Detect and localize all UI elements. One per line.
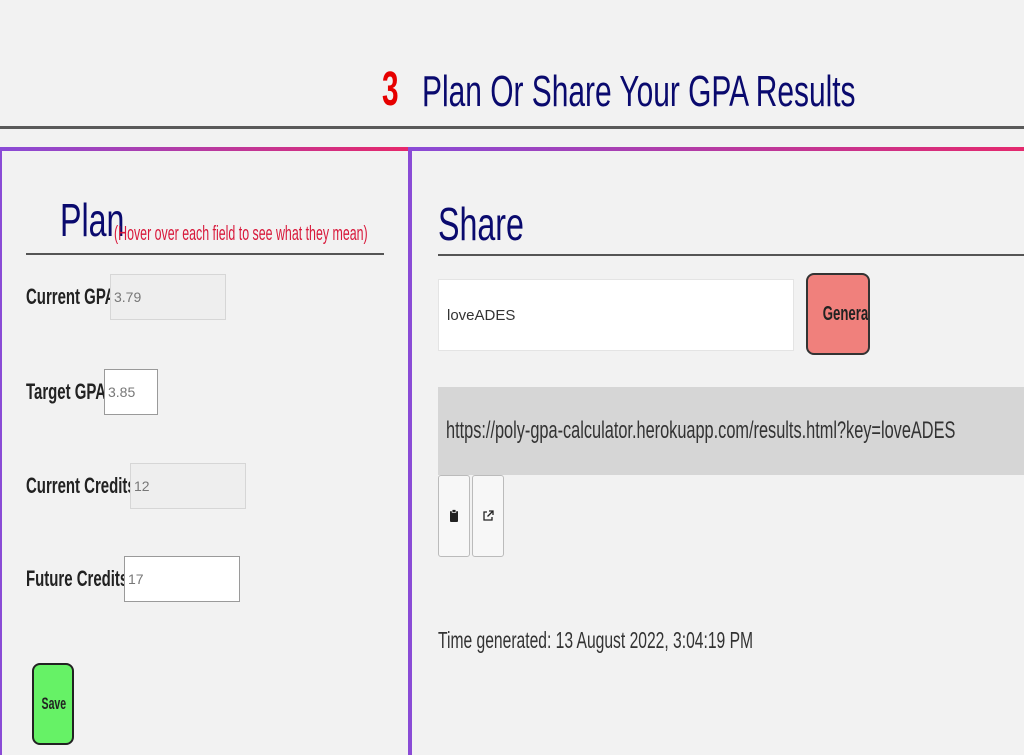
current-credits-field[interactable] xyxy=(130,463,246,509)
copy-url-button[interactable] xyxy=(438,475,470,557)
section-number: 3 xyxy=(382,63,399,116)
generate-button[interactable]: Generate xyxy=(806,273,870,355)
plan-panel: Plan (Hover over each field to see what … xyxy=(0,147,412,755)
generate-button-label: Generate xyxy=(822,302,869,325)
plan-divider xyxy=(26,253,384,255)
save-button[interactable]: Save xyxy=(32,663,74,745)
future-credits-label: Future Credits: xyxy=(26,566,134,591)
save-button-label: Save xyxy=(41,694,67,713)
open-url-button[interactable] xyxy=(472,475,504,557)
current-gpa-label: Current GPA: xyxy=(26,284,121,309)
current-gpa-field[interactable] xyxy=(110,274,226,320)
share-key-input[interactable] xyxy=(438,279,794,351)
future-credits-field[interactable] xyxy=(124,556,240,602)
share-url-box[interactable]: https://poly-gpa-calculator.herokuapp.co… xyxy=(438,387,1024,475)
header-divider xyxy=(0,126,1024,129)
clipboard-icon xyxy=(450,509,458,522)
current-gpa-row: Current GPA: xyxy=(26,274,246,320)
current-credits-label: Current Credits: xyxy=(26,473,141,498)
external-link-icon xyxy=(483,510,494,521)
target-gpa-field[interactable] xyxy=(104,369,158,415)
share-heading: Share xyxy=(438,198,524,250)
current-credits-row: Current Credits: xyxy=(26,463,266,509)
target-gpa-row: Target GPA: xyxy=(26,369,186,415)
future-credits-row: Future Credits: xyxy=(26,556,266,602)
plan-hint: (Hover over each field to see what they … xyxy=(114,223,368,245)
section-header: 3 Plan Or Share Your GPA Results xyxy=(0,62,1024,128)
time-generated: Time generated: 13 August 2022, 3:04:19 … xyxy=(438,627,754,653)
section-title: Plan Or Share Your GPA Results xyxy=(422,67,856,116)
share-url[interactable]: https://poly-gpa-calculator.herokuapp.co… xyxy=(446,417,955,445)
share-divider xyxy=(438,254,1024,256)
share-panel: Share Generate https://poly-gpa-calculat… xyxy=(408,147,1024,755)
target-gpa-label: Target GPA: xyxy=(26,379,112,404)
page: 3 Plan Or Share Your GPA Results Plan (H… xyxy=(0,0,1024,755)
